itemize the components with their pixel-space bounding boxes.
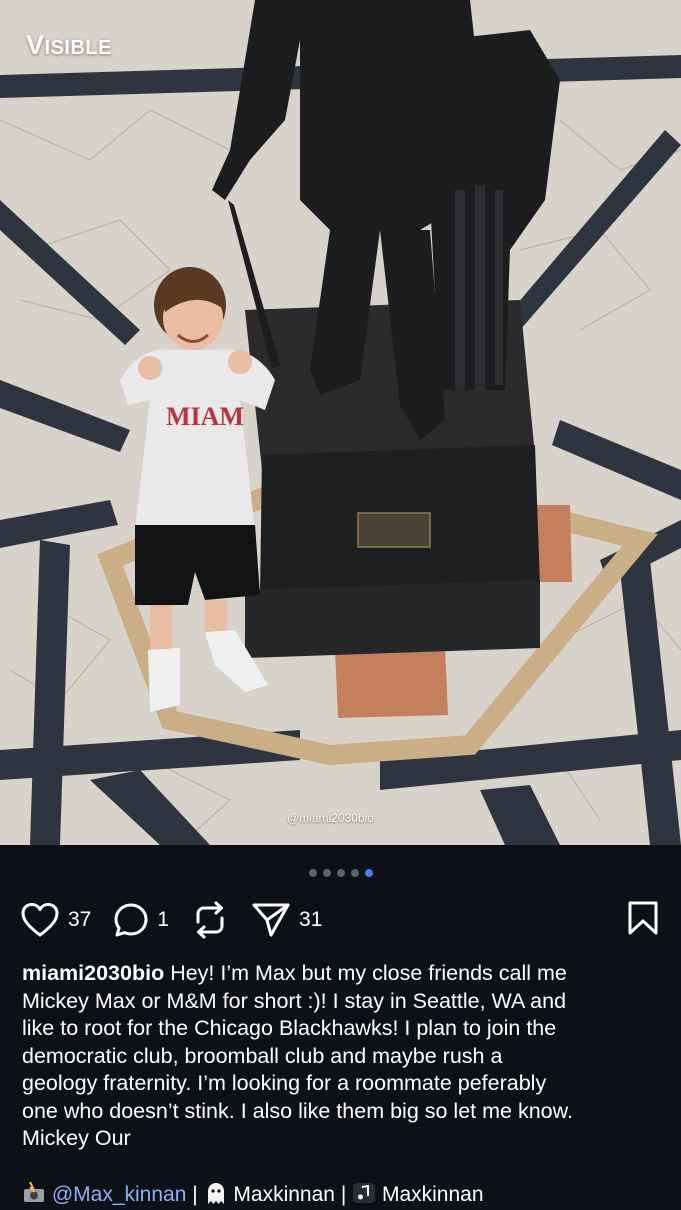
links-separator: |: [340, 1183, 347, 1206]
share-count: 31: [299, 908, 323, 931]
post-caption: miami2030bio Hey! I’m Max but my close f…: [22, 960, 662, 1153]
links-separator: |: [192, 1183, 198, 1206]
caption-line: Mickey Our: [22, 1126, 131, 1150]
visible-watermark-logo: VISIBLE: [26, 30, 112, 60]
shirt-text: MIAM: [166, 402, 244, 431]
repost-button[interactable]: [191, 900, 229, 940]
caption-line: Mickey Max or M&M for short :)! I stay i…: [22, 988, 567, 1013]
carousel-indicator: [0, 869, 681, 877]
music-note-icon: [352, 1182, 376, 1204]
watermark-text: ISIBLE: [44, 37, 112, 59]
caption-username[interactable]: miami2030bio: [22, 961, 164, 985]
tiktok-handle: Maxkinnan: [381, 1183, 484, 1206]
carousel-dot[interactable]: [308, 869, 317, 877]
photo-credit: @miami2030bio: [287, 811, 374, 825]
camera-flash-icon: [22, 1181, 46, 1204]
bookmark-button[interactable]: [627, 900, 659, 941]
carousel-dot[interactable]: [322, 869, 331, 877]
send-icon: [251, 901, 291, 939]
heart-icon: [20, 902, 60, 938]
bookmark-icon: [627, 901, 659, 940]
caption-line: like to root for the Chicago Blackhawks!…: [22, 1016, 557, 1040]
comment-count: 1: [157, 908, 170, 931]
post-action-bar: 37 1 31: [20, 898, 659, 942]
photo-illustration: MIAM: [0, 0, 681, 845]
caption-links-row: @Max_kinnan | Maxkinnan | Maxkinnan: [22, 1181, 484, 1207]
like-button[interactable]: 37: [20, 902, 91, 938]
repost-icon: [191, 900, 229, 940]
caption-line: geology fraternity. I’m looking for a ro…: [22, 1071, 547, 1095]
like-count: 37: [68, 908, 92, 931]
caption-line: miami2030bio Hey! I’m Max but my close f…: [22, 960, 662, 988]
comment-button[interactable]: 1: [113, 902, 169, 938]
caption-text: Hey! I’m Max but my close friends call m…: [164, 961, 567, 985]
carousel-dot[interactable]: [350, 869, 359, 877]
carousel-dot[interactable]: [336, 869, 345, 877]
snapchat-handle: Maxkinnan: [233, 1183, 335, 1206]
comment-icon: [113, 902, 149, 938]
ghost-icon: [204, 1182, 228, 1204]
caption-line: one who doesn’t stink. I also like them …: [22, 1098, 573, 1123]
carousel-dot-active[interactable]: [364, 869, 373, 877]
caption-line: democratic club, broomball club and mayb…: [22, 1043, 503, 1068]
instagram-mention-link[interactable]: @Max_kinnan: [52, 1183, 187, 1206]
post-photo[interactable]: MIAM VISIBLE @miami2030bio: [0, 0, 681, 845]
send-button[interactable]: 31: [251, 901, 322, 939]
